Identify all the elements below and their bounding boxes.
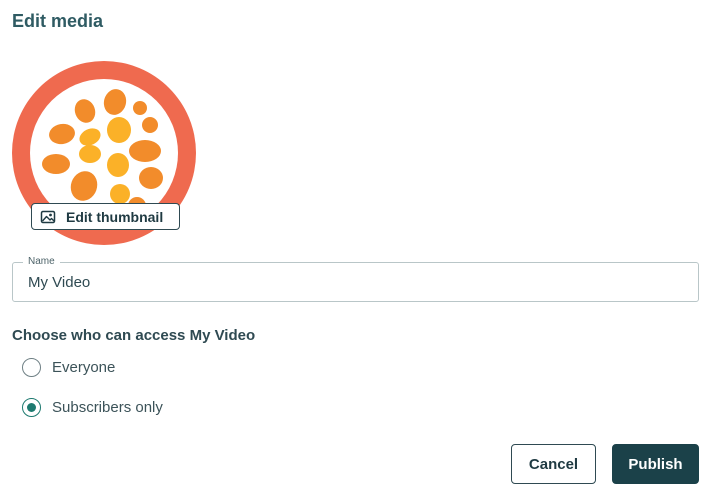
access-option-everyone[interactable]: Everyone: [22, 358, 115, 377]
name-input[interactable]: [13, 263, 698, 301]
cancel-button[interactable]: Cancel: [511, 444, 596, 484]
everyone-radio[interactable]: [22, 358, 41, 377]
access-heading: Choose who can access My Video: [12, 327, 256, 344]
dialog-title: Edit media: [12, 11, 104, 31]
name-field: Name: [12, 256, 699, 302]
edit-thumbnail-label: Edit thumbnail: [66, 208, 164, 225]
subscribers-only-label: Subscribers only: [52, 399, 163, 416]
publish-button[interactable]: Publish: [612, 444, 699, 484]
everyone-label: Everyone: [52, 359, 116, 376]
edit-thumbnail-button[interactable]: Edit thumbnail: [31, 203, 180, 230]
access-option-subscribers-only[interactable]: Subscribers only: [22, 398, 163, 417]
subscribers-only-radio[interactable]: [22, 398, 41, 417]
image-icon: [40, 209, 56, 225]
